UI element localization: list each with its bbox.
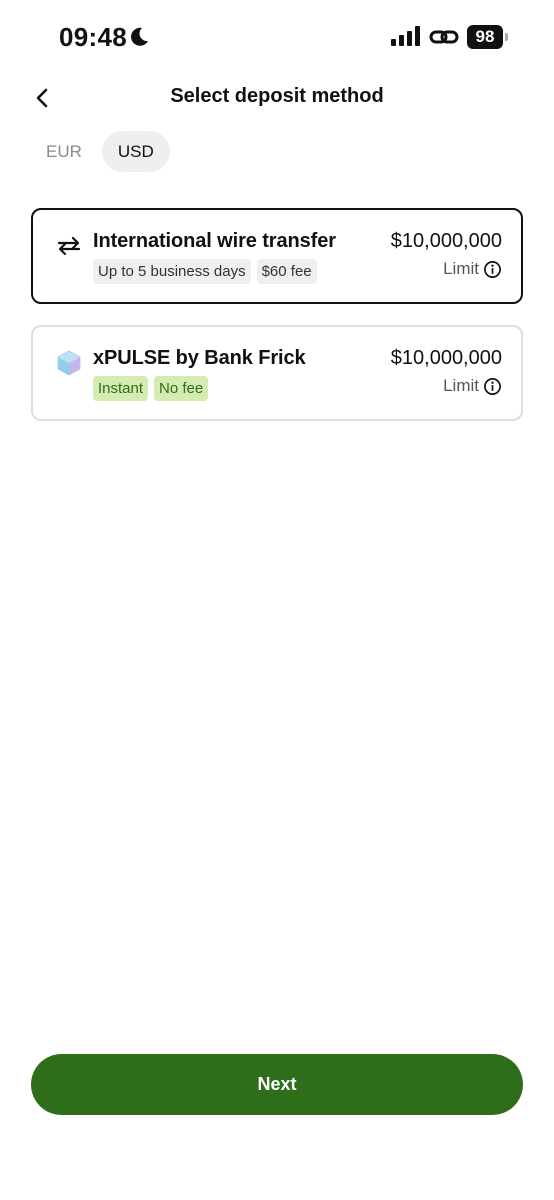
limit-label-row[interactable]: Limit [443,376,502,396]
page-title: Select deposit method [170,85,384,107]
badge-instant: Instant [93,376,149,401]
badge-fee: $60 fee [256,259,317,284]
method-title: International wire transfer [93,230,336,252]
status-time: 09:48 [59,22,127,52]
battery-cap [505,33,508,41]
battery-icon: 98 [467,25,509,49]
badge-no-fee: No fee [154,376,209,401]
next-button[interactable]: Next [31,1054,523,1115]
limit-label-row[interactable]: Limit [443,259,502,279]
tab-usd[interactable]: USD [101,131,170,172]
status-bar: 09:48 98 [0,0,554,76]
method-title: xPULSE by Bank Frick [93,347,306,369]
currency-tabs: EUR USD [30,131,170,172]
info-icon[interactable] [483,377,502,396]
battery-level: 98 [467,25,503,49]
limit-label: Limit [443,376,479,395]
link-icon [429,30,459,44]
method-limit-amount: $10,000,000 [390,230,502,252]
method-card-wire-transfer[interactable]: International wire transfer Up to 5 busi… [31,208,523,304]
screen: 09:48 98 Select deposit method EUR USD I… [0,0,554,1200]
limit-label: Limit [443,259,479,278]
method-limit-amount: $10,000,000 [390,347,502,369]
signal-icon [391,26,420,46]
method-badges: Instant No fee [93,376,209,401]
xpulse-cube-icon [57,350,81,376]
moon-icon [131,27,148,46]
info-icon[interactable] [483,260,502,279]
method-card-xpulse[interactable]: xPULSE by Bank Frick Instant No fee $10,… [31,325,523,421]
method-badges: Up to 5 business days $60 fee [93,259,317,284]
transfer-arrows-icon [57,236,81,256]
badge-duration: Up to 5 business days [93,259,251,284]
tab-eur[interactable]: EUR [30,131,98,172]
